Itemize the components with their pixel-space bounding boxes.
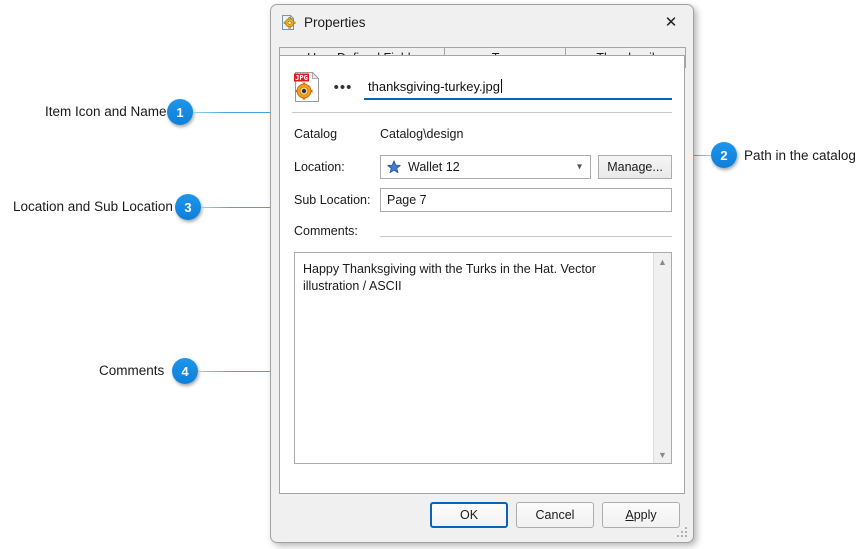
callout-label-3: Location and Sub Location xyxy=(13,200,173,214)
divider xyxy=(292,112,672,113)
catalog-row: Catalog Catalog\design xyxy=(294,122,672,146)
location-value: Wallet 12 xyxy=(408,160,460,174)
comments-label: Comments: xyxy=(294,224,358,238)
callout-label-1: Item Icon and Name xyxy=(45,105,167,119)
document-gear-icon xyxy=(280,14,297,31)
location-label: Location: xyxy=(294,160,380,174)
sub-location-row: Sub Location: Page 7 xyxy=(294,188,672,212)
cancel-label: Cancel xyxy=(536,508,575,522)
comments-divider xyxy=(380,236,672,237)
resize-grip[interactable] xyxy=(677,527,689,539)
svg-text:JPG: JPG xyxy=(295,74,308,82)
location-combobox[interactable]: Wallet 12 ▾ xyxy=(380,155,591,179)
close-icon[interactable]: ✕ xyxy=(649,5,693,38)
callout-badge-1: 1 xyxy=(167,99,193,125)
apply-label: Apply xyxy=(625,508,656,522)
cancel-button[interactable]: Cancel xyxy=(516,502,594,528)
manage-label: Manage... xyxy=(607,160,663,174)
apply-button[interactable]: Apply xyxy=(602,502,680,528)
dialog-title: Properties xyxy=(304,15,366,30)
sub-location-value: Page 7 xyxy=(387,193,427,207)
browse-label: ••• xyxy=(334,79,353,96)
catalog-value: Catalog\design xyxy=(380,127,463,141)
scroll-up-icon[interactable]: ▲ xyxy=(654,253,671,270)
sub-location-input[interactable]: Page 7 xyxy=(380,188,672,212)
properties-dialog: Properties ✕ User Defined Fields Tags Th… xyxy=(270,4,694,543)
callout-badge-3: 3 xyxy=(175,194,201,220)
ok-label: OK xyxy=(460,508,478,522)
filename-input[interactable]: thanksgiving-turkey.jpg xyxy=(364,75,672,100)
text-caret xyxy=(501,79,502,93)
catalog-label: Catalog xyxy=(294,127,380,141)
sub-location-label: Sub Location: xyxy=(294,193,380,207)
dialog-footer: OK Cancel Apply xyxy=(271,494,693,542)
ok-button[interactable]: OK xyxy=(430,502,508,528)
tab-panel-general: JPG ••• xyxy=(279,55,685,494)
callout-label-2: Path in the catalog xyxy=(744,149,856,163)
chevron-down-icon: ▾ xyxy=(577,162,582,173)
location-row: Location: Wallet 12 ▾ Manage... xyxy=(294,155,672,179)
jpg-file-icon: JPG xyxy=(292,71,322,103)
dialog-button-row: OK Cancel Apply xyxy=(422,502,680,528)
filename-value: thanksgiving-turkey.jpg xyxy=(368,79,500,94)
callout-badge-4: 4 xyxy=(172,358,198,384)
callout-badge-2: 2 xyxy=(711,142,737,168)
comments-box[interactable]: Happy Thanksgiving with the Turks in the… xyxy=(294,252,672,464)
comments-value: Happy Thanksgiving with the Turks in the… xyxy=(295,253,653,463)
manage-button[interactable]: Manage... xyxy=(598,155,672,179)
dialog-titlebar: Properties ✕ xyxy=(271,5,693,39)
comments-scrollbar[interactable]: ▲ ▼ xyxy=(653,253,671,463)
callout-label-4: Comments xyxy=(99,364,164,378)
star-icon xyxy=(387,160,401,174)
browse-button[interactable]: ••• xyxy=(328,75,358,99)
scroll-down-icon[interactable]: ▼ xyxy=(654,446,671,463)
item-icon-and-name-row: JPG ••• xyxy=(292,70,672,104)
